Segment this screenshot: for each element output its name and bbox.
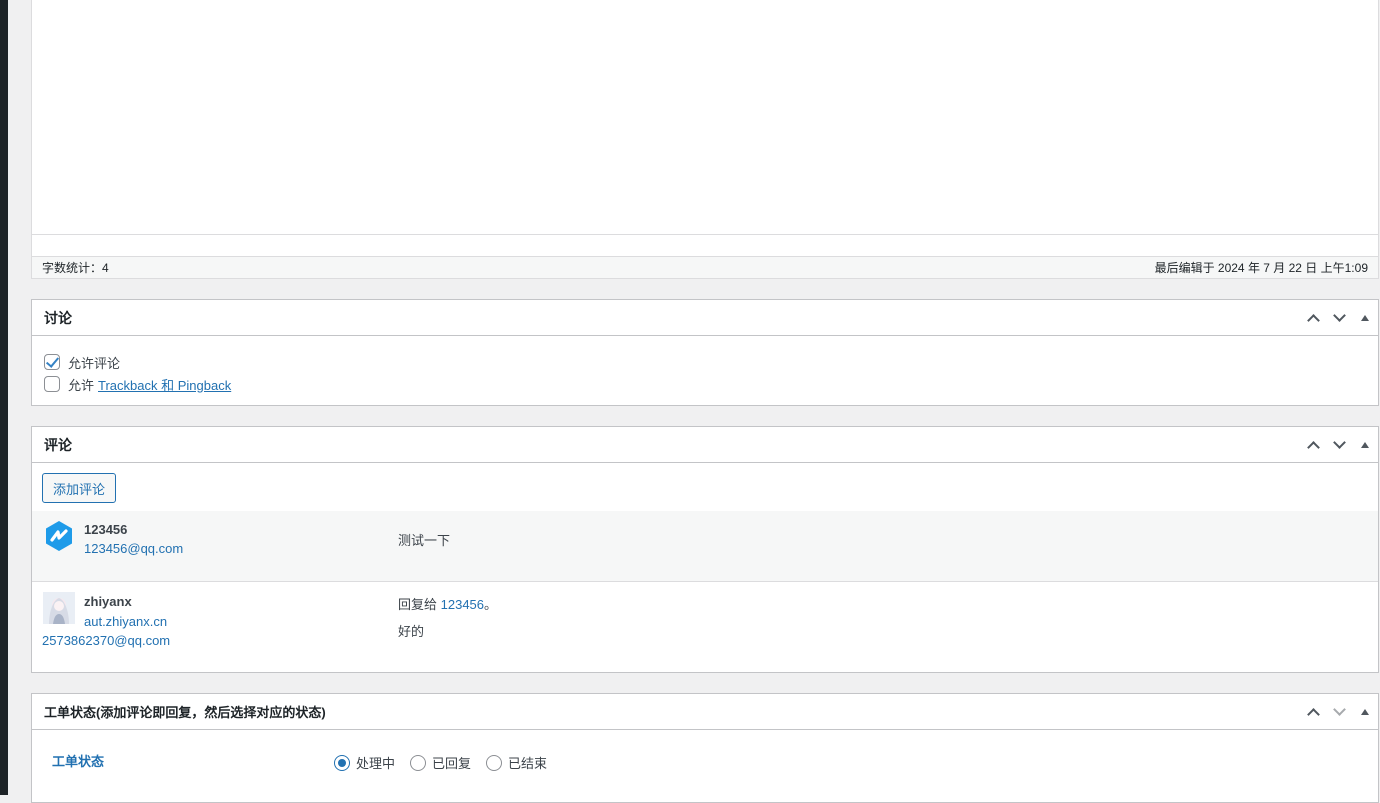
discussion-box: 讨论 允许评论 允许 Trackback 和 Pingback	[31, 299, 1379, 406]
status-radio-closed[interactable]	[486, 754, 503, 771]
status-option-replied[interactable]: 已回复	[410, 753, 471, 772]
status-option-closed[interactable]: 已结束	[486, 753, 547, 772]
ticket-status-options: 处理中 已回复 已结束	[334, 753, 562, 772]
reply-prefix: 回复给	[398, 597, 438, 612]
comment-author-email[interactable]: 2573862370@qq.com	[42, 633, 170, 648]
chevron-up-icon	[1306, 707, 1320, 721]
comment-row: zhiyanx aut.zhiyanx.cn 2573862370@qq.com…	[32, 581, 1378, 671]
post-editor: 字数统计：4 最后编辑于 2024 年 7 月 22 日 上午1:09	[31, 0, 1379, 279]
comment-author-name: 123456	[84, 522, 128, 537]
comments-title: 评论	[44, 436, 72, 453]
triangle-up-icon	[1361, 314, 1369, 321]
move-down-button[interactable]	[1326, 427, 1352, 463]
chevron-down-icon	[1332, 435, 1346, 449]
comments-header: 评论	[32, 427, 1378, 463]
reply-suffix: 。	[484, 597, 498, 612]
discussion-body: 允许评论 允许 Trackback 和 Pingback	[32, 336, 1378, 405]
chevron-down-icon	[1332, 308, 1346, 322]
triangle-up-icon	[1361, 708, 1369, 715]
comment-author-url[interactable]: aut.zhiyanx.cn	[84, 614, 167, 629]
allow-trackback-checkbox[interactable]	[44, 376, 60, 392]
ticket-status-header: 工单状态(添加评论即回复，然后选择对应的状态)	[32, 694, 1378, 730]
toggle-panel-button[interactable]	[1352, 427, 1378, 463]
comment-row: 123456 123456@qq.com 测试一下	[32, 511, 1378, 581]
allow-comments-row: 允许评论	[44, 351, 1366, 373]
allow-trackback-label: 允许	[68, 377, 95, 393]
chevron-up-icon	[1306, 313, 1320, 327]
move-up-button[interactable]	[1300, 300, 1326, 336]
ticket-status-box: 工单状态(添加评论即回复，然后选择对应的状态) 工单状态 处理中 已回复 已结束	[31, 693, 1379, 803]
ticket-status-title: 工单状态(添加评论即回复，然后选择对应的状态)	[44, 705, 326, 720]
reply-to-link[interactable]: 123456	[441, 597, 484, 612]
discussion-handle-actions	[1300, 300, 1378, 336]
ticket-status-label: 工单状态	[52, 754, 105, 769]
status-option-label: 已结束	[508, 756, 548, 771]
editor-status-bar: 字数统计：4 最后编辑于 2024 年 7 月 22 日 上午1:09	[32, 256, 1378, 278]
move-down-button[interactable]	[1326, 300, 1352, 336]
status-option-processing[interactable]: 处理中	[334, 753, 395, 772]
add-comment-button[interactable]: 添加评论	[42, 473, 117, 503]
comment-author-email[interactable]: 123456@qq.com	[84, 541, 183, 556]
trackback-pingback-link[interactable]: Trackback 和 Pingback	[98, 375, 231, 394]
last-edited: 最后编辑于 2024 年 7 月 22 日 上午1:09	[1154, 261, 1368, 275]
avatar-logo-icon	[46, 521, 72, 551]
status-radio-replied[interactable]	[410, 754, 427, 771]
comment-text: 测试一下	[398, 533, 451, 548]
comments-box: 评论 添加评论 123456 123456@qq.com 测试一下 zhiyan…	[31, 426, 1379, 673]
move-down-button[interactable]	[1326, 694, 1352, 730]
admin-menu-edge	[0, 0, 8, 795]
allow-comments-checkbox[interactable]	[44, 354, 60, 370]
discussion-header: 讨论	[32, 300, 1378, 336]
comment-reply-info: 回复给 123456。	[398, 594, 497, 613]
allow-comments-label: 允许评论	[68, 355, 121, 371]
status-option-label: 已回复	[432, 756, 472, 771]
ticket-handle-actions	[1300, 694, 1378, 730]
chevron-down-icon	[1332, 702, 1346, 716]
status-radio-processing[interactable]	[334, 754, 350, 771]
move-up-button[interactable]	[1300, 427, 1326, 463]
triangle-up-icon	[1361, 441, 1369, 448]
comment-text: 好的	[398, 624, 425, 639]
move-up-button[interactable]	[1300, 694, 1326, 730]
toggle-panel-button[interactable]	[1352, 694, 1378, 730]
comment-author-name: zhiyanx	[84, 594, 132, 609]
status-option-label: 处理中	[356, 756, 396, 771]
discussion-title: 讨论	[44, 309, 72, 326]
chevron-up-icon	[1306, 440, 1320, 454]
allow-trackback-row: 允许 Trackback 和 Pingback	[44, 373, 1366, 395]
comments-handle-actions	[1300, 427, 1378, 463]
toggle-panel-button[interactable]	[1352, 300, 1378, 336]
editor-content-area[interactable]	[32, 0, 1378, 235]
word-count: 字数统计：4	[42, 261, 109, 275]
avatar-image-icon	[43, 592, 75, 624]
